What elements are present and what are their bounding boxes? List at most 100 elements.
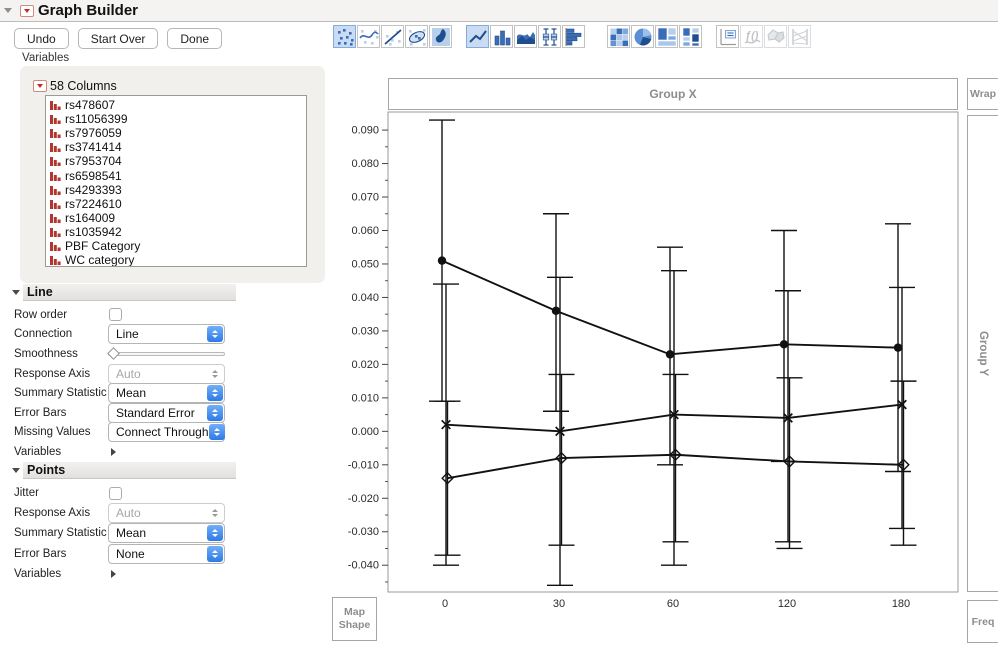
wrap-drop-zone[interactable]: Wrap (967, 78, 998, 110)
y-tick-label: -0.010 (348, 459, 379, 471)
column-item[interactable]: rs7224610 (50, 197, 306, 211)
points-row-summary-statistic: Summary Statistic Mean (10, 523, 236, 544)
line-row-variables: Variables (10, 442, 236, 462)
summary-statistic-select[interactable]: Mean (108, 523, 225, 544)
done-button[interactable]: Done (167, 28, 223, 49)
line-section-header[interactable]: Line (10, 284, 236, 301)
slider-thumb[interactable] (107, 347, 120, 360)
columns-list[interactable]: rs478607 rs11056399 rs7976059 rs3741414 rs79… (45, 95, 307, 267)
nominal-column-icon (50, 143, 61, 153)
stepper-icon (207, 505, 223, 521)
y-tick-label: 0.040 (351, 292, 379, 304)
column-item[interactable]: PBF Category (50, 239, 306, 253)
toolbar-icon-pie[interactable] (631, 25, 654, 48)
response-axis-select[interactable]: Auto (108, 503, 225, 524)
column-item[interactable]: rs7976059 (50, 126, 306, 140)
column-item[interactable]: rs1035942 (50, 225, 306, 239)
outline-collapse-icon[interactable] (4, 8, 12, 13)
summary-statistic-select[interactable]: Mean (108, 383, 225, 404)
icon-group-3 (607, 25, 703, 48)
column-item[interactable]: rs164009 (50, 211, 306, 225)
jitter-checkbox[interactable] (109, 486, 122, 500)
toolbar-icon-density-ellipse[interactable] (405, 25, 428, 48)
response-axis-select[interactable]: Auto (108, 363, 225, 384)
y-tick-label: -0.020 (348, 493, 379, 505)
selected-value: Mean (116, 386, 147, 401)
error-bars-select[interactable]: None (108, 543, 225, 564)
series-circle-marker[interactable] (551, 306, 561, 316)
plot[interactable]: -0.040 -0.030 -0.020 -0.010 0.000 0.010 0.020 0… (330, 110, 970, 622)
y-tick-label: 0.070 (351, 192, 379, 204)
column-name: rs7953704 (65, 154, 122, 169)
series-circle-marker[interactable] (779, 340, 789, 349)
missing-values-select[interactable]: Connect Through (108, 422, 225, 443)
toolbar-icon-bar[interactable] (490, 25, 513, 48)
column-name: PBF Category (65, 238, 141, 253)
control-label: Jitter (14, 487, 39, 500)
variables-label: Variables (22, 52, 70, 64)
control-label: Response Axis (14, 367, 91, 380)
formula-icon: ƒ() (744, 30, 760, 44)
nominal-column-icon (50, 115, 61, 125)
x-tick-label: 0 (442, 598, 448, 610)
column-item[interactable]: rs4293393 (50, 183, 306, 197)
title-bar: Graph Builder (0, 0, 998, 22)
control-label: Variables (14, 445, 62, 458)
toolbar-icon-contour[interactable] (429, 25, 452, 48)
series-circle-marker[interactable] (437, 256, 447, 265)
toolbar-icon-area[interactable] (514, 25, 537, 48)
smoothness-slider[interactable] (107, 347, 225, 360)
toolbar-icon-box-plot[interactable] (538, 25, 561, 48)
column-item[interactable]: rs11056399 (50, 112, 306, 126)
column-item[interactable]: rs3741414 (50, 140, 306, 154)
group-x-drop-zone[interactable]: Group X (388, 78, 958, 110)
column-item[interactable]: rs7953704 (50, 154, 306, 168)
undo-button[interactable]: Undo (14, 28, 69, 49)
line-section: Line Row order Connection Line Smoothness Re… (10, 284, 236, 462)
series-circle-marker[interactable] (893, 343, 903, 352)
red-triangle-menu-button[interactable] (20, 4, 34, 17)
connection-select[interactable]: Line (108, 324, 225, 345)
toolbar-icon-points[interactable] (333, 25, 356, 48)
row-order-checkbox[interactable] (109, 308, 122, 322)
series-circle-marker[interactable] (665, 350, 675, 359)
y-tick-label: 0.030 (351, 325, 379, 337)
line-row-smoothness: Smoothness (10, 344, 236, 364)
points-section: Points Jitter Response Axis Auto Summary St… (10, 462, 236, 584)
line-section-title: Line (23, 284, 236, 301)
columns-red-triangle-button[interactable] (33, 80, 47, 92)
column-item[interactable]: WC category (50, 253, 306, 266)
start-over-button[interactable]: Start Over (77, 28, 159, 49)
column-item[interactable]: rs478607 (50, 98, 306, 112)
variables-disclosure-icon[interactable] (111, 569, 116, 578)
toolbar-icon-histogram[interactable] (562, 25, 585, 48)
toolbar-icon-parallel[interactable] (788, 25, 811, 48)
column-name: rs3741414 (65, 140, 122, 155)
freq-drop-zone[interactable]: Freq (967, 600, 998, 643)
x-tick-label: 120 (778, 598, 796, 610)
group-y-drop-zone[interactable]: Group Y (967, 115, 998, 592)
points-row-jitter: Jitter (10, 483, 236, 503)
toolbar-icon-line[interactable] (466, 25, 489, 48)
toolbar-icon-line-of-fit[interactable] (381, 25, 404, 48)
column-item[interactable]: rs6598541 (50, 168, 306, 183)
line-of-fit-icon (383, 28, 402, 46)
y-tick-label: -0.040 (348, 560, 379, 572)
toolbar-icon-map-shape[interactable] (764, 25, 787, 48)
error-bars-select[interactable]: Standard Error (108, 402, 225, 423)
control-label: Response Axis (14, 507, 91, 520)
toolbar-icon-heatmap[interactable] (607, 25, 630, 48)
points-controls: Jitter Response Axis Auto Summary Statistic… (10, 479, 236, 584)
toolbar-icon-mosaic[interactable] (679, 25, 702, 48)
parallel-icon (791, 28, 808, 45)
toolbar-icon-treemap[interactable] (655, 25, 678, 48)
toolbar-icon-smoother[interactable] (357, 25, 380, 48)
nominal-column-icon (50, 101, 61, 111)
toolbar-icon-formula[interactable]: ƒ() (740, 25, 763, 48)
icon-group-1 (333, 25, 453, 48)
points-row-response-axis: Response Axis Auto (10, 503, 236, 524)
variables-disclosure-icon[interactable] (111, 447, 116, 456)
toolbar-icon-caption-box[interactable] (716, 25, 739, 48)
icon-group-2 (466, 25, 586, 48)
points-section-header[interactable]: Points (10, 462, 236, 479)
